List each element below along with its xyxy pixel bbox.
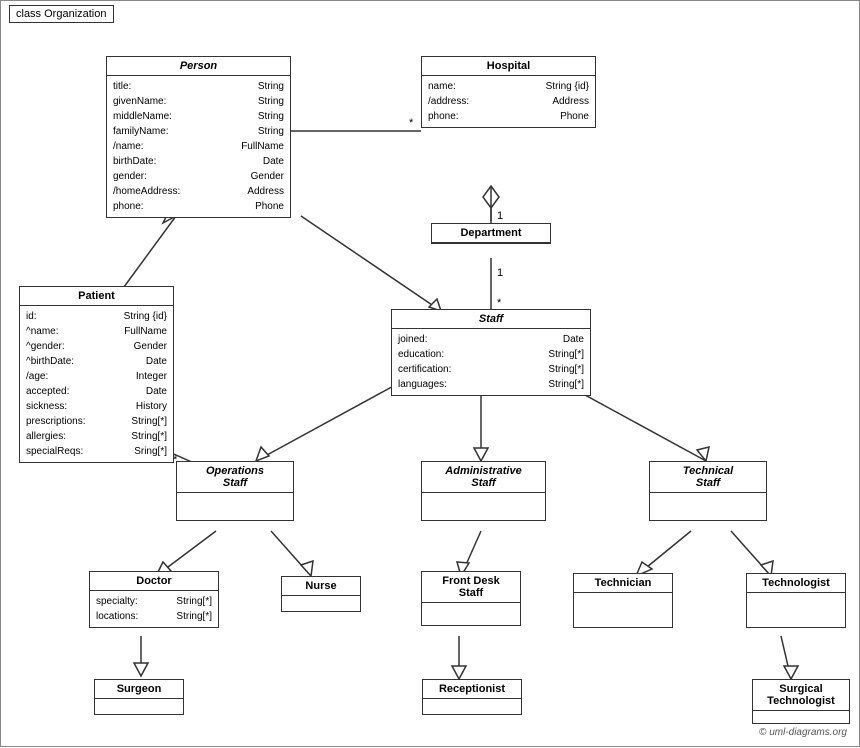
class-doctor: Doctor specialty:String[*] locations:Str…	[89, 571, 219, 628]
class-operations-staff-header: OperationsStaff	[177, 462, 293, 493]
class-department: Department	[431, 223, 551, 244]
class-receptionist: Receptionist	[422, 679, 522, 715]
class-technician-header: Technician	[574, 574, 672, 593]
class-department-header: Department	[432, 224, 550, 243]
class-hospital-body: name:String {id} /address:Address phone:…	[422, 76, 595, 127]
class-staff-body: joined:Date education:String[*] certific…	[392, 329, 590, 395]
svg-text:1: 1	[497, 267, 503, 279]
class-surgical-technologist-header: SurgicalTechnologist	[753, 680, 849, 711]
class-front-desk-staff: Front DeskStaff	[421, 571, 521, 626]
class-doctor-body: specialty:String[*] locations:String[*]	[90, 591, 218, 627]
class-patient: Patient id:String {id} ^name:FullName ^g…	[19, 286, 174, 463]
class-administrative-staff-header: AdministrativeStaff	[422, 462, 545, 493]
class-hospital-header: Hospital	[422, 57, 595, 76]
class-operations-staff: OperationsStaff	[176, 461, 294, 521]
class-staff-header: Staff	[392, 310, 590, 329]
class-person: Person title:String givenName:String mid…	[106, 56, 291, 218]
class-technical-staff: TechnicalStaff	[649, 461, 767, 521]
class-surgical-technologist: SurgicalTechnologist	[752, 679, 850, 724]
copyright: © uml-diagrams.org	[759, 727, 847, 738]
class-front-desk-staff-header: Front DeskStaff	[422, 572, 520, 603]
diagram-container: class Organization * * 1 * 1 *	[0, 0, 860, 747]
class-person-header: Person	[107, 57, 290, 76]
class-surgeon-header: Surgeon	[95, 680, 183, 699]
class-patient-body: id:String {id} ^name:FullName ^gender:Ge…	[20, 306, 173, 462]
class-person-body: title:String givenName:String middleName…	[107, 76, 290, 217]
class-doctor-header: Doctor	[90, 572, 218, 591]
class-technologist: Technologist	[746, 573, 846, 628]
class-nurse: Nurse	[281, 576, 361, 612]
class-technical-staff-header: TechnicalStaff	[650, 462, 766, 493]
svg-text:*: *	[497, 297, 502, 309]
diagram-title: class Organization	[9, 5, 114, 23]
class-hospital: Hospital name:String {id} /address:Addre…	[421, 56, 596, 128]
class-patient-header: Patient	[20, 287, 173, 306]
class-technologist-header: Technologist	[747, 574, 845, 593]
class-nurse-header: Nurse	[282, 577, 360, 596]
class-receptionist-header: Receptionist	[423, 680, 521, 699]
class-staff: Staff joined:Date education:String[*] ce…	[391, 309, 591, 396]
svg-text:*: *	[409, 117, 414, 129]
class-administrative-staff: AdministrativeStaff	[421, 461, 546, 521]
svg-text:1: 1	[497, 210, 503, 222]
class-technician: Technician	[573, 573, 673, 628]
class-surgeon: Surgeon	[94, 679, 184, 715]
